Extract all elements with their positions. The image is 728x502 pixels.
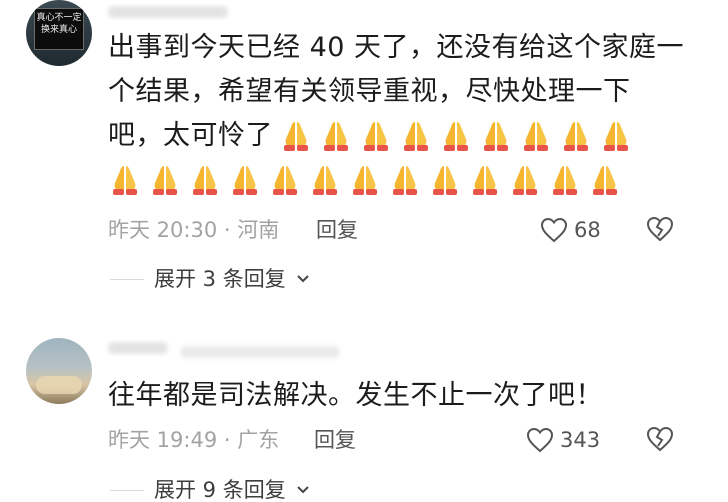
like-button[interactable]: 343 <box>526 426 600 454</box>
meta-separator: · <box>223 428 231 452</box>
heart-icon <box>526 427 554 453</box>
expand-line <box>110 489 144 491</box>
comment-list: 真心不一定换来真心 出事到今天已经 40 天了，还没有给这个家庭一 个结果，希望… <box>0 0 728 502</box>
comment-line-1: 往年都是司法解决。发生不止一次了吧！ <box>108 380 603 411</box>
broken-heart-icon <box>646 426 674 452</box>
expand-replies-button[interactable]: 展开 9 条回复 <box>110 476 310 502</box>
reply-button[interactable]: 回复 <box>314 426 356 454</box>
username-blurred-extra <box>180 346 340 358</box>
comment-meta: 昨天 19:49 · 广东 <box>108 426 279 454</box>
username-blurred[interactable] <box>108 342 168 354</box>
comment-item-2: 往年都是司法解决。发生不止一次了吧！ 昨天 19:49 · 广东 回复 343 … <box>0 0 728 502</box>
comment-text: 往年都是司法解决。发生不止一次了吧！ <box>108 374 688 418</box>
avatar-image-detail <box>36 376 82 394</box>
like-count: 343 <box>560 428 601 452</box>
comment-time: 昨天 19:49 <box>108 428 218 452</box>
comment-location: 广东 <box>237 428 280 452</box>
dislike-button[interactable] <box>646 426 674 456</box>
chevron-down-icon <box>297 486 309 494</box>
avatar[interactable] <box>26 338 92 404</box>
expand-replies-label: 展开 9 条回复 <box>154 478 286 502</box>
